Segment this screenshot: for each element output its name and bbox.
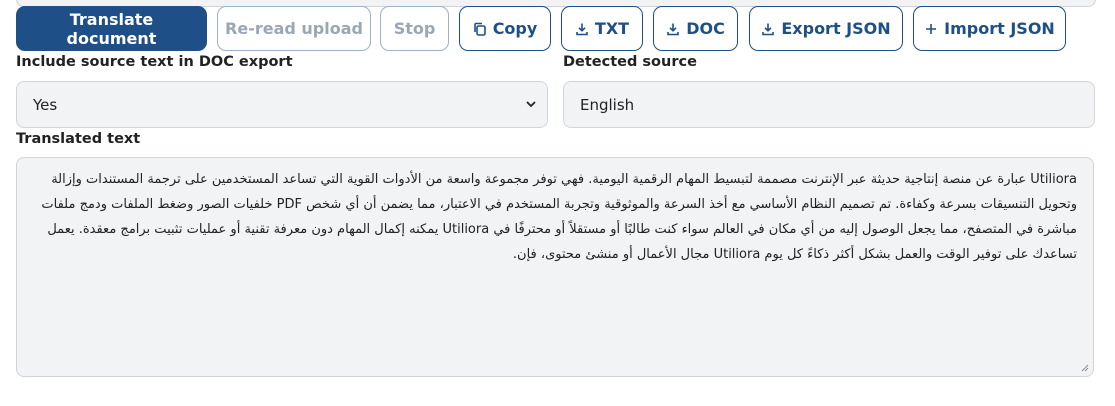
copy-button[interactable]: Copy xyxy=(459,6,551,51)
export-json-label: Export JSON xyxy=(781,19,891,38)
detected-source-value: English xyxy=(580,95,635,114)
txt-download-button[interactable]: TXT xyxy=(561,6,643,51)
import-json-label: Import JSON xyxy=(944,19,1055,38)
include-source-label: Include source text in DOC export xyxy=(16,54,293,70)
resize-handle-icon[interactable] xyxy=(1079,362,1089,372)
txt-label: TXT xyxy=(594,19,630,38)
stop-button[interactable]: Stop xyxy=(380,6,449,51)
download-icon xyxy=(762,23,775,35)
detected-source-label: Detected source xyxy=(563,54,697,70)
doc-download-button[interactable]: DOC xyxy=(653,6,738,51)
plus-icon xyxy=(926,23,937,34)
translated-text-label: Translated text xyxy=(16,131,141,147)
download-icon xyxy=(667,23,679,35)
chevron-down-icon xyxy=(526,101,536,108)
import-json-button[interactable]: Import JSON xyxy=(913,6,1066,51)
copy-label: Copy xyxy=(492,19,538,38)
download-icon xyxy=(576,23,588,35)
translate-document-button[interactable]: Translate document xyxy=(16,6,207,51)
translated-text-area[interactable]: Utiliora عبارة عن منصة إنتاجية حديثة عبر… xyxy=(16,157,1094,377)
doc-label: DOC xyxy=(686,19,725,38)
reread-upload-label: Re-read upload xyxy=(225,19,363,38)
translate-document-label: Translate document xyxy=(66,9,157,48)
translated-text-content: Utiliora عبارة عن منصة إنتاجية حديثة عبر… xyxy=(41,172,1077,262)
include-source-value: Yes xyxy=(33,95,58,114)
export-json-button[interactable]: Export JSON xyxy=(749,6,903,51)
detected-source-field: English xyxy=(563,81,1095,128)
stop-label: Stop xyxy=(393,19,436,38)
include-source-select[interactable]: Yes xyxy=(16,81,548,128)
reread-upload-button[interactable]: Re-read upload xyxy=(217,6,371,51)
copy-icon xyxy=(473,22,486,36)
